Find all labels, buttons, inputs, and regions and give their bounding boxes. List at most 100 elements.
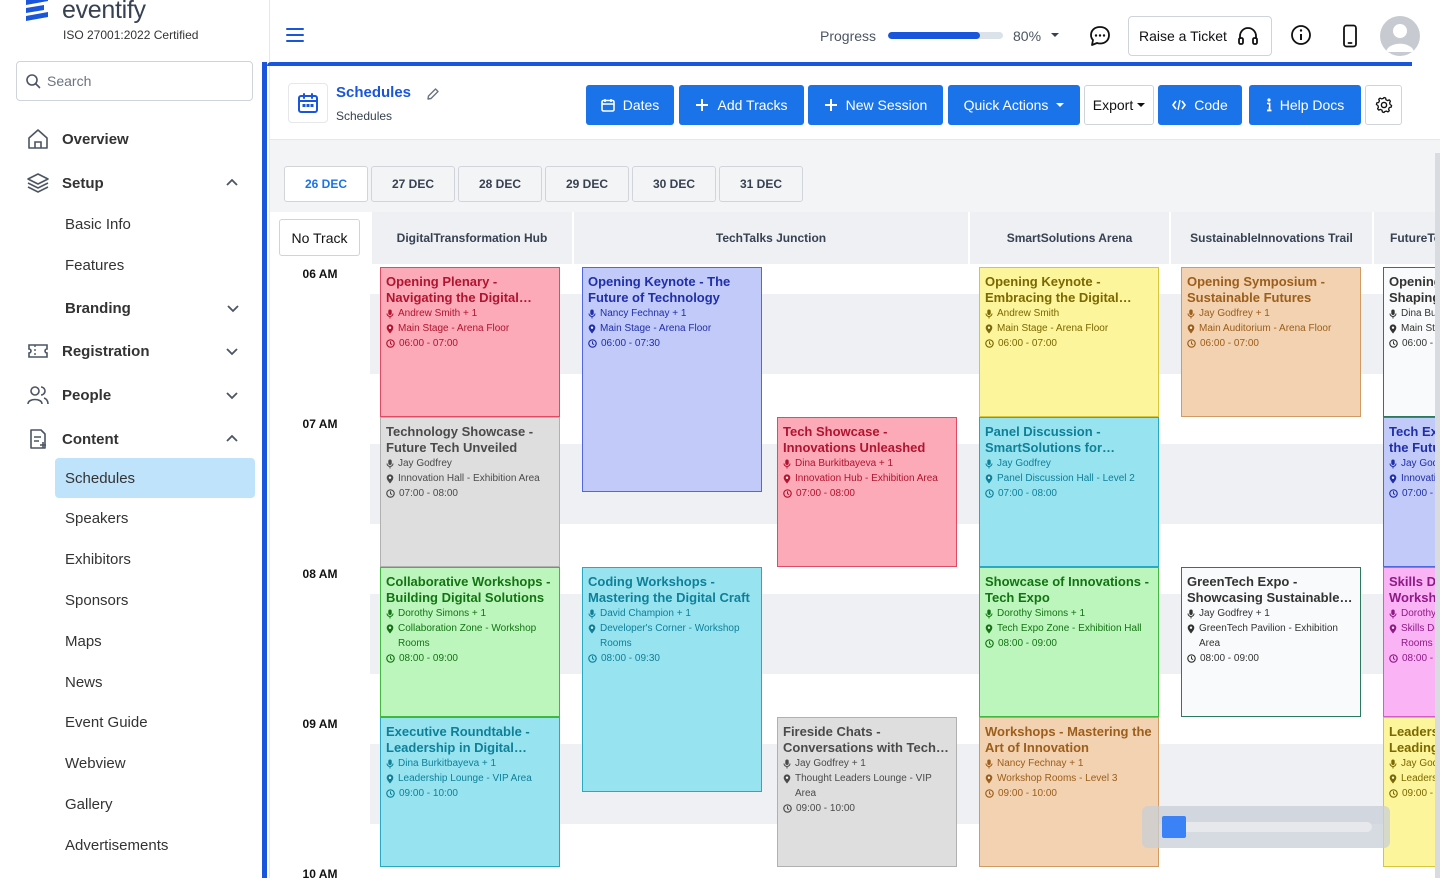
new-session-button-label: New Session [845,97,928,113]
session-card[interactable]: Technology Showcase - Future Tech Unveil… [380,417,560,567]
sidebar-item-branding[interactable]: Branding [55,288,255,328]
search-input[interactable] [47,73,247,89]
sidebar-item-gallery[interactable]: Gallery [55,784,255,824]
date-tab-label: 27 DEC [391,177,435,191]
session-card[interactable]: Fireside Chats - Conversations with Tech… [777,717,957,867]
sidebar-item-exhibitors[interactable]: Exhibitors [55,539,255,579]
date-tab-31-dec[interactable]: 31 DEC [719,166,803,202]
add-tracks-button[interactable]: Add Tracks [679,85,804,125]
session-card[interactable]: Opening Keynote - Embracing the Digital … [979,267,1159,417]
vertical-scrollbar[interactable] [1435,153,1440,878]
session-card[interactable]: Panel Discussion - SmartSolutions for To… [979,417,1159,567]
hamburger-icon[interactable] [286,27,304,43]
chat-icon[interactable] [1088,24,1112,48]
session-card[interactable]: Skills Development - Workshops Dorothy Si… [1383,567,1435,717]
sidebar-item-people[interactable]: People [0,375,269,415]
session-time-text: 09:00 - 10:00 [998,788,1057,799]
session-location: Collaboration Zone - Workshop Rooms [386,621,554,651]
session-card[interactable]: Opening Keynote - The Future of Technolo… [582,267,762,492]
sidebar-item-overview[interactable]: Overview [0,119,269,159]
sidebar-item-features[interactable]: Features [55,245,255,285]
session-title: Fireside Chats - Conversations with Tech… [783,724,936,755]
pencil-icon[interactable] [426,87,440,101]
sidebar-item-maps[interactable]: Maps [55,621,255,661]
raise-ticket-button[interactable]: Raise a Ticket [1128,16,1272,56]
chevron-up-icon[interactable] [224,175,240,191]
eventify-logo-icon [22,0,54,26]
date-tab-30-dec[interactable]: 30 DEC [632,166,716,202]
time-label: 06 AM [302,267,338,281]
info-icon[interactable] [1290,24,1312,46]
certification-label: ISO 27001:2022 Certified [63,28,199,42]
track-header[interactable]: FutureTech Vision [1372,212,1435,264]
dates-button[interactable]: Dates [586,85,674,125]
mobile-icon[interactable] [1342,24,1358,48]
session-card[interactable]: Executive Roundtable - Leadership in Dig… [380,717,560,867]
map-pin-icon [386,771,394,784]
chevron-down-icon[interactable] [224,343,240,359]
caret-down-icon[interactable] [1050,31,1060,39]
sidebar-item-sponsors[interactable]: Sponsors [55,580,255,620]
track-header[interactable]: SustainableInnovations Trail [1169,212,1372,264]
sidebar-item-setup[interactable]: Setup [0,163,269,203]
session-location-text: Collaboration Zone - Workshop Rooms [398,623,537,649]
horizontal-scroll-thumb[interactable] [1162,816,1186,838]
date-tab-29-dec[interactable]: 29 DEC [545,166,629,202]
settings-button[interactable] [1365,85,1402,125]
track-header[interactable]: TechTalks Junction [572,212,968,264]
session-speaker-text: Jay Godfrey + 1 [795,758,866,769]
track-header-label: DigitalTransformation Hub [396,231,548,245]
sidebar-item-schedules[interactable]: Schedules [55,458,255,498]
sidebar-item-basic-info[interactable]: Basic Info [55,204,255,244]
time-label: 07 AM [302,417,338,431]
sidebar-item-content[interactable]: Content [0,419,269,459]
chevron-down-icon[interactable] [225,300,241,316]
session-card[interactable]: Showcase of Innovations - Tech Expo Dorot… [979,567,1159,717]
chevron-down-icon[interactable] [224,387,240,403]
mic-icon [985,756,993,769]
sidebar-item-label: Content [62,430,119,448]
sidebar-item-speakers[interactable]: Speakers [55,498,255,538]
map-pin-icon [783,471,791,484]
help-docs-button[interactable]: Help Docs [1249,85,1361,125]
time-label: 10 AM [302,867,338,878]
session-speaker-text: Jay Godfrey [997,458,1051,469]
session-card[interactable]: Tech Expo - Workforce of the Future Jay G… [1383,417,1435,567]
horizontal-scrollbar[interactable] [1162,816,1372,838]
track-header[interactable]: SmartSolutions Arena [968,212,1169,264]
track-header[interactable]: DigitalTransformation Hub [370,212,572,264]
quick-actions-button[interactable]: Quick Actions [948,85,1080,125]
date-tab-27-dec[interactable]: 27 DEC [371,166,455,202]
session-card[interactable]: Opening Session - Shaping the Future Dina… [1383,267,1435,417]
avatar[interactable] [1380,16,1420,56]
session-card[interactable]: Opening Plenary - Navigating the Digital… [380,267,560,417]
session-card[interactable]: Opening Symposium - Sustainable Futures J… [1181,267,1361,417]
quick-actions-button-label: Quick Actions [963,97,1049,113]
session-card[interactable]: Coding Workshops - Mastering the Digital… [582,567,762,792]
clock-icon [588,651,597,663]
session-card[interactable]: Collaborative Workshops - Building Digit… [380,567,560,717]
date-tab-26-dec[interactable]: 26 DEC [284,166,368,202]
session-title: Leadership Forum - Leading Change [1389,724,1435,755]
sidebar-item-registration[interactable]: Registration [0,331,269,371]
sidebar-item-advertisements[interactable]: Advertisements [55,825,255,865]
sidebar-item-news[interactable]: News [55,662,255,702]
session-card[interactable]: Leadership Forum - Leading Change Jay God… [1383,717,1435,867]
document-icon [26,427,50,451]
session-time-text: 06:00 - 07:00 [1200,338,1259,349]
sidebar-item-label: Schedules [65,469,136,487]
new-session-button[interactable]: New Session [808,85,943,125]
chevron-up-icon[interactable] [224,431,240,447]
sidebar-item-label: Exhibitors [65,550,131,568]
no-track-button[interactable]: No Track [279,219,360,256]
session-card[interactable]: GreenTech Expo - Showcasing Sustainable … [1181,567,1361,717]
mic-icon [1187,306,1195,319]
logo[interactable]: eventify [22,0,146,26]
code-button[interactable]: Code [1158,85,1242,125]
date-tab-28-dec[interactable]: 28 DEC [458,166,542,202]
session-card[interactable]: Workshops - Mastering the Art of Innovat… [979,717,1159,867]
sidebar-item-event-guide[interactable]: Event Guide [55,702,255,742]
sidebar-item-webview[interactable]: Webview [55,743,255,783]
export-button[interactable]: Export [1084,85,1154,125]
session-card[interactable]: Tech Showcase - Innovations Unleashed Din… [777,417,957,567]
